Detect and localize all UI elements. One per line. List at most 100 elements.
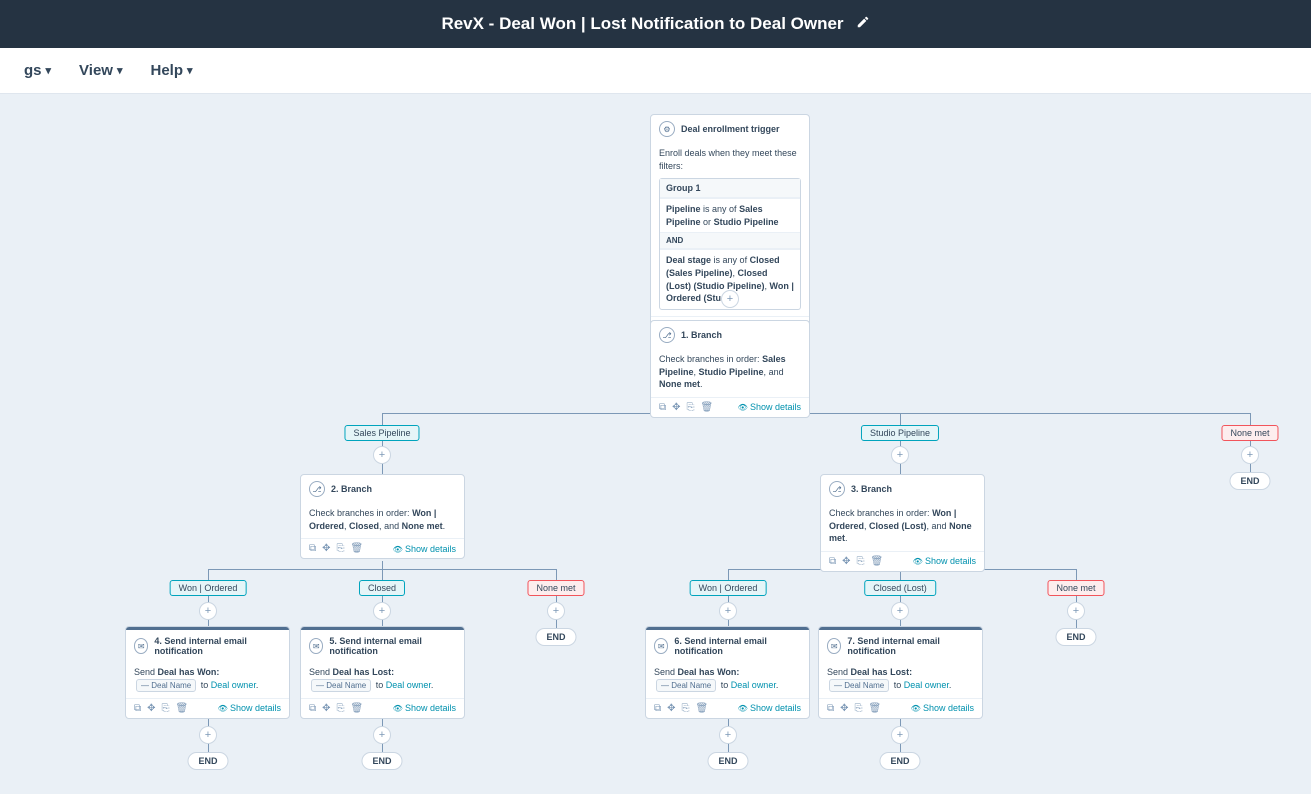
action7-card[interactable]: ✉ 7. Send internal email notification Se… bbox=[818, 626, 983, 719]
branch-icon: ⎇ bbox=[659, 327, 675, 343]
end-node: END bbox=[1055, 628, 1096, 646]
add-step-button[interactable]: + bbox=[373, 602, 391, 620]
clone-icon[interactable]: ⎘ bbox=[162, 703, 170, 714]
branch-tag-closed[interactable]: Closed bbox=[359, 580, 405, 596]
trigger-title: Deal enrollment trigger bbox=[681, 124, 780, 134]
move-icon[interactable]: ✥ bbox=[842, 556, 850, 567]
action4-title: 4. Send internal email notification bbox=[154, 636, 281, 656]
edit-title-icon[interactable] bbox=[856, 15, 870, 34]
end-node: END bbox=[1229, 472, 1270, 490]
show-details-link[interactable]: Show details bbox=[738, 703, 801, 713]
filter-and: AND bbox=[660, 232, 800, 249]
branch-tag-studio[interactable]: Studio Pipeline bbox=[861, 425, 939, 441]
end-node: END bbox=[361, 752, 402, 770]
delete-icon[interactable]: 🗑 bbox=[701, 402, 714, 413]
branch1-body: Check branches in order: Sales Pipeline,… bbox=[651, 349, 809, 397]
copy-icon[interactable]: ⧉ bbox=[829, 556, 836, 567]
move-icon[interactable]: ✥ bbox=[667, 703, 675, 714]
add-step-button[interactable]: + bbox=[719, 602, 737, 620]
clone-icon[interactable]: ⎘ bbox=[682, 703, 690, 714]
add-step-button[interactable]: + bbox=[719, 726, 737, 744]
copy-icon[interactable]: ⧉ bbox=[309, 543, 316, 554]
end-node: END bbox=[707, 752, 748, 770]
action4-body: Send Deal has Won: — Deal Name to Deal o… bbox=[126, 662, 289, 698]
action6-body: Send Deal has Won: — Deal Name to Deal o… bbox=[646, 662, 809, 698]
show-details-link[interactable]: Show details bbox=[913, 556, 976, 566]
branch-tag-closedlost[interactable]: Closed (Lost) bbox=[864, 580, 936, 596]
add-step-button[interactable]: + bbox=[721, 290, 739, 308]
add-step-button[interactable]: + bbox=[1241, 446, 1259, 464]
clone-icon[interactable]: ⎘ bbox=[857, 556, 865, 567]
menu-help[interactable]: Help▾ bbox=[137, 62, 207, 79]
branch-tag-won[interactable]: Won | Ordered bbox=[690, 580, 767, 596]
action5-card[interactable]: ✉ 5. Send internal email notification Se… bbox=[300, 626, 465, 719]
menu-settings[interactable]: gs▾ bbox=[10, 62, 65, 79]
copy-icon[interactable]: ⧉ bbox=[654, 703, 661, 714]
deal-owner-link[interactable]: Deal owner bbox=[386, 680, 431, 690]
clone-icon[interactable]: ⎘ bbox=[337, 703, 345, 714]
branch1-card[interactable]: ⎇ 1. Branch Check branches in order: Sal… bbox=[650, 320, 810, 418]
page-title: RevX - Deal Won | Lost Notification to D… bbox=[441, 14, 843, 34]
chevron-down-icon: ▾ bbox=[46, 64, 52, 77]
show-details-link[interactable]: Show details bbox=[911, 703, 974, 713]
copy-icon[interactable]: ⧉ bbox=[134, 703, 141, 714]
branch-icon: ⎇ bbox=[309, 481, 325, 497]
branch2-body: Check branches in order: Won | Ordered, … bbox=[301, 503, 464, 538]
branch3-card[interactable]: ⎇ 3. Branch Check branches in order: Won… bbox=[820, 474, 985, 572]
branch-tag-none[interactable]: None met bbox=[1221, 425, 1278, 441]
move-icon[interactable]: ✥ bbox=[672, 402, 680, 413]
filter-group-title: Group 1 bbox=[660, 179, 800, 198]
chevron-down-icon: ▾ bbox=[117, 64, 123, 77]
workflow-canvas[interactable]: ⚙ Deal enrollment trigger Enroll deals w… bbox=[0, 94, 1311, 794]
move-icon[interactable]: ✥ bbox=[840, 703, 848, 714]
delete-icon[interactable]: 🗑 bbox=[351, 703, 364, 714]
branch-icon: ⎇ bbox=[829, 481, 845, 497]
add-step-button[interactable]: + bbox=[547, 602, 565, 620]
copy-icon[interactable]: ⧉ bbox=[309, 703, 316, 714]
delete-icon[interactable]: 🗑 bbox=[176, 703, 189, 714]
delete-icon[interactable]: 🗑 bbox=[696, 703, 709, 714]
branch3-title: 3. Branch bbox=[851, 484, 892, 494]
deal-owner-link[interactable]: Deal owner bbox=[211, 680, 256, 690]
branch-tag-none[interactable]: None met bbox=[527, 580, 584, 596]
action5-title: 5. Send internal email notification bbox=[329, 636, 456, 656]
show-details-link[interactable]: Show details bbox=[218, 703, 281, 713]
deal-owner-link[interactable]: Deal owner bbox=[731, 680, 776, 690]
branch2-card[interactable]: ⎇ 2. Branch Check branches in order: Won… bbox=[300, 474, 465, 559]
action6-card[interactable]: ✉ 6. Send internal email notification Se… bbox=[645, 626, 810, 719]
add-step-button[interactable]: + bbox=[373, 726, 391, 744]
filter-rule: Pipeline is any of Sales Pipeline or Stu… bbox=[660, 198, 800, 232]
delete-icon[interactable]: 🗑 bbox=[871, 556, 884, 567]
menubar: gs▾ View▾ Help▾ bbox=[0, 48, 1311, 94]
add-step-button[interactable]: + bbox=[891, 602, 909, 620]
add-step-button[interactable]: + bbox=[1067, 602, 1085, 620]
move-icon[interactable]: ✥ bbox=[322, 703, 330, 714]
branch-tag-sales[interactable]: Sales Pipeline bbox=[344, 425, 419, 441]
email-icon: ✉ bbox=[654, 638, 668, 654]
action4-card[interactable]: ✉ 4. Send internal email notification Se… bbox=[125, 626, 290, 719]
show-details-link[interactable]: Show details bbox=[393, 544, 456, 554]
show-details-link[interactable]: Show details bbox=[738, 402, 801, 412]
move-icon[interactable]: ✥ bbox=[147, 703, 155, 714]
show-details-link[interactable]: Show details bbox=[393, 703, 456, 713]
branch-tag-none[interactable]: None met bbox=[1047, 580, 1104, 596]
deal-owner-link[interactable]: Deal owner bbox=[904, 680, 949, 690]
branch-tag-won[interactable]: Won | Ordered bbox=[170, 580, 247, 596]
copy-icon[interactable]: ⧉ bbox=[659, 402, 666, 413]
add-step-button[interactable]: + bbox=[199, 602, 217, 620]
add-step-button[interactable]: + bbox=[891, 726, 909, 744]
clone-icon[interactable]: ⎘ bbox=[855, 703, 863, 714]
add-step-button[interactable]: + bbox=[199, 726, 217, 744]
move-icon[interactable]: ✥ bbox=[322, 543, 330, 554]
menu-view[interactable]: View▾ bbox=[65, 62, 136, 79]
trigger-icon: ⚙ bbox=[659, 121, 675, 137]
add-step-button[interactable]: + bbox=[891, 446, 909, 464]
copy-icon[interactable]: ⧉ bbox=[827, 703, 834, 714]
branch3-body: Check branches in order: Won | Ordered, … bbox=[821, 503, 984, 551]
clone-icon[interactable]: ⎘ bbox=[687, 402, 695, 413]
action7-title: 7. Send internal email notification bbox=[847, 636, 974, 656]
delete-icon[interactable]: 🗑 bbox=[351, 543, 364, 554]
clone-icon[interactable]: ⎘ bbox=[337, 543, 345, 554]
add-step-button[interactable]: + bbox=[373, 446, 391, 464]
delete-icon[interactable]: 🗑 bbox=[869, 703, 882, 714]
